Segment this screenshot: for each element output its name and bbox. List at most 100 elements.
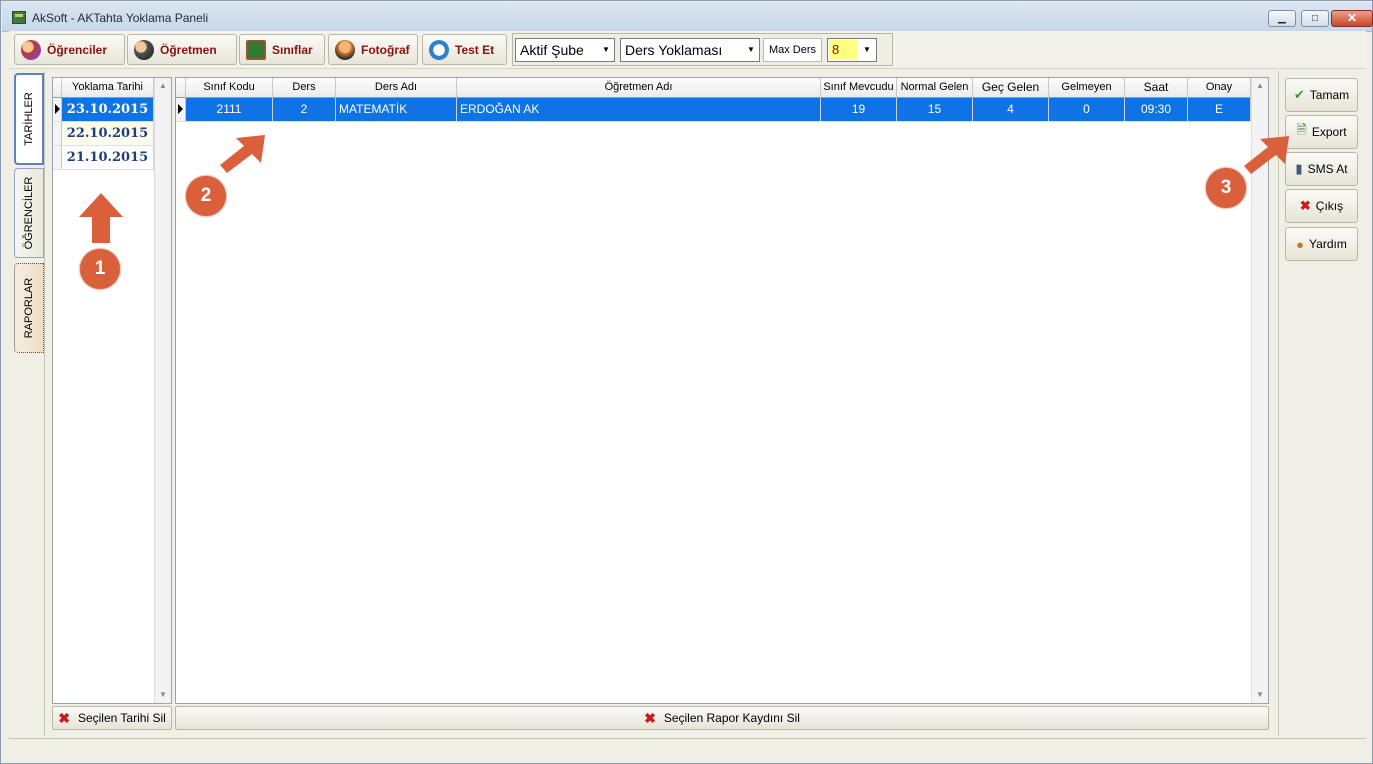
export-icon: 🗎 (1296, 122, 1307, 137)
col-header[interactable]: Geç Gelen (973, 78, 1049, 98)
students-button-label: Öğrenciler (47, 42, 108, 57)
sms-button-label: SMS At (1307, 162, 1348, 176)
students-icon (21, 39, 41, 60)
report-cell-ogretmen-adi[interactable]: ERDOĞAN AK (457, 98, 821, 122)
exit-button-label: Çıkış (1315, 199, 1344, 213)
dates-grid-header: Yoklama Tarihi (62, 78, 154, 98)
date-row[interactable]: 22.10.2015 (62, 122, 154, 146)
dates-grid: Yoklama Tarihi 23.10.2015 22.10.2015 21.… (52, 77, 172, 704)
report-cell-sinif-mevcudu[interactable]: 19 (821, 98, 897, 122)
tab-tarihler-label: TARİHLER (23, 92, 35, 146)
students-button[interactable]: Öğrenciler (14, 34, 125, 65)
delete-date-label: Seçilen Tarihi Sil (77, 711, 166, 725)
scroll-down-icon[interactable]: ▼ (1252, 687, 1268, 703)
help-button-label: Yardım (1309, 237, 1347, 251)
annotation-arrow-up-icon (79, 193, 123, 243)
export-button[interactable]: 🗎 Export (1285, 115, 1358, 149)
classroom-icon (246, 39, 266, 60)
col-header[interactable]: Ders (273, 78, 336, 98)
col-header[interactable]: Sınıf Mevcudu (821, 78, 897, 98)
tab-raporlar[interactable]: RAPORLAR (14, 263, 44, 353)
photo-button-label: Fotoğraf (361, 42, 410, 57)
title-bar[interactable]: AkSoft - AKTahta Yoklama Paneli ▁ □ ✕ (2, 2, 1373, 32)
report-cell-onay[interactable]: E (1188, 98, 1251, 122)
delete-date-button[interactable]: ✖ Seçilen Tarihi Sil (52, 706, 172, 730)
row-indicator (53, 122, 62, 146)
annotation-badge-2: 2 (186, 176, 226, 216)
scroll-up-icon[interactable]: ▲ (155, 78, 171, 94)
report-grid-corner (176, 78, 186, 98)
minimize-button[interactable]: ▁ (1268, 10, 1296, 27)
tab-raporlar-label: RAPORLAR (23, 277, 35, 339)
close-icon: ✖ (1299, 198, 1311, 213)
maximize-button[interactable]: □ (1301, 10, 1329, 27)
teachers-icon (134, 39, 154, 60)
report-cell-saat[interactable]: 09:30 (1125, 98, 1188, 122)
col-header[interactable]: Gelmeyen (1049, 78, 1125, 98)
status-bar (9, 738, 1366, 758)
date-row[interactable]: 23.10.2015 (62, 98, 154, 122)
app-window: AkSoft - AKTahta Yoklama Paneli ▁ □ ✕ Öğ… (0, 0, 1373, 764)
teachers-button[interactable]: Öğretmen (127, 34, 237, 65)
classes-button-label: Sınıflar (272, 42, 313, 57)
attendance-type-select[interactable]: Ders Yoklaması ▼ (620, 38, 760, 62)
delete-icon: ✖ (58, 709, 70, 726)
delete-report-button[interactable]: ✖ Seçilen Rapor Kaydını Sil (175, 706, 1269, 730)
test-button[interactable]: Test Et (422, 34, 507, 65)
photo-icon (335, 39, 355, 60)
col-header[interactable]: Sınıf Kodu (186, 78, 273, 98)
max-ders-value: 8 (829, 40, 857, 60)
scroll-down-icon[interactable]: ▼ (155, 687, 171, 703)
phone-icon: ▮ (1295, 161, 1303, 176)
window-title: AkSoft - AKTahta Yoklama Paneli (32, 11, 209, 25)
report-cell-normal-gelen[interactable]: 15 (897, 98, 973, 122)
col-header[interactable]: Ders Adı (336, 78, 457, 98)
help-user-icon: ● (1296, 236, 1305, 252)
row-indicator (176, 98, 186, 122)
attendance-type-value: Ders Yoklaması (625, 42, 723, 58)
annotation-badge-1: 1 (80, 249, 120, 289)
check-icon: ✔ (1293, 87, 1305, 102)
col-header[interactable]: Onay (1188, 78, 1251, 98)
test-button-label: Test Et (455, 42, 495, 57)
export-button-label: Export (1311, 125, 1347, 139)
branch-select-value: Aktif Şube (520, 42, 584, 58)
report-cell-gec-gelen[interactable]: 4 (973, 98, 1049, 122)
toolbar: Öğrenciler Öğretmen Sınıflar Fotoğraf Te… (9, 31, 1366, 69)
chevron-down-icon: ▼ (863, 45, 871, 54)
exit-button[interactable]: ✖ Çıkış (1285, 189, 1358, 223)
tab-tarihler[interactable]: TARİHLER (14, 73, 44, 165)
chevron-down-icon: ▼ (602, 45, 610, 54)
annotation-arrow-diagonal-icon (220, 135, 265, 173)
max-ders-select[interactable]: 8 ▼ (827, 38, 877, 62)
close-window-button[interactable]: ✕ (1331, 10, 1373, 27)
branch-select[interactable]: Aktif Şube ▼ (515, 38, 615, 62)
help-button[interactable]: ● Yardım (1285, 227, 1358, 261)
app-icon (12, 11, 26, 24)
sms-button[interactable]: ▮ SMS At (1285, 152, 1358, 186)
col-header[interactable]: Saat (1125, 78, 1188, 98)
col-header[interactable]: Öğretmen Adı (457, 78, 821, 98)
photo-button[interactable]: Fotoğraf (328, 34, 418, 65)
dates-scrollbar[interactable]: ▲ ▼ (154, 78, 171, 703)
report-cell-sinif-kodu[interactable]: 2111 (186, 98, 273, 122)
date-row[interactable]: 21.10.2015 (62, 146, 154, 170)
classes-button[interactable]: Sınıflar (239, 34, 325, 65)
delete-icon: ✖ (644, 709, 656, 726)
report-cell-gelmeyen[interactable]: 0 (1049, 98, 1125, 122)
teachers-button-label: Öğretmen (160, 42, 217, 57)
ok-button[interactable]: ✔ Tamam (1285, 78, 1358, 112)
chevron-down-icon: ▼ (747, 45, 755, 54)
report-cell-ders-adi[interactable]: MATEMATİK (336, 98, 457, 122)
ok-button-label: Tamam (1309, 88, 1350, 102)
clock-icon (429, 39, 449, 60)
row-indicator (53, 98, 62, 122)
tab-ogrenciler[interactable]: ÖĞRENCİLER (14, 168, 44, 258)
col-header[interactable]: Normal Gelen (897, 78, 973, 98)
scroll-up-icon[interactable]: ▲ (1252, 78, 1268, 94)
annotation-arrow-diagonal-icon (1244, 136, 1289, 174)
dates-grid-corner (53, 78, 62, 98)
delete-report-label: Seçilen Rapor Kaydını Sil (663, 711, 800, 725)
report-cell-ders[interactable]: 2 (273, 98, 336, 122)
tab-ogrenciler-label: ÖĞRENCİLER (23, 176, 35, 250)
